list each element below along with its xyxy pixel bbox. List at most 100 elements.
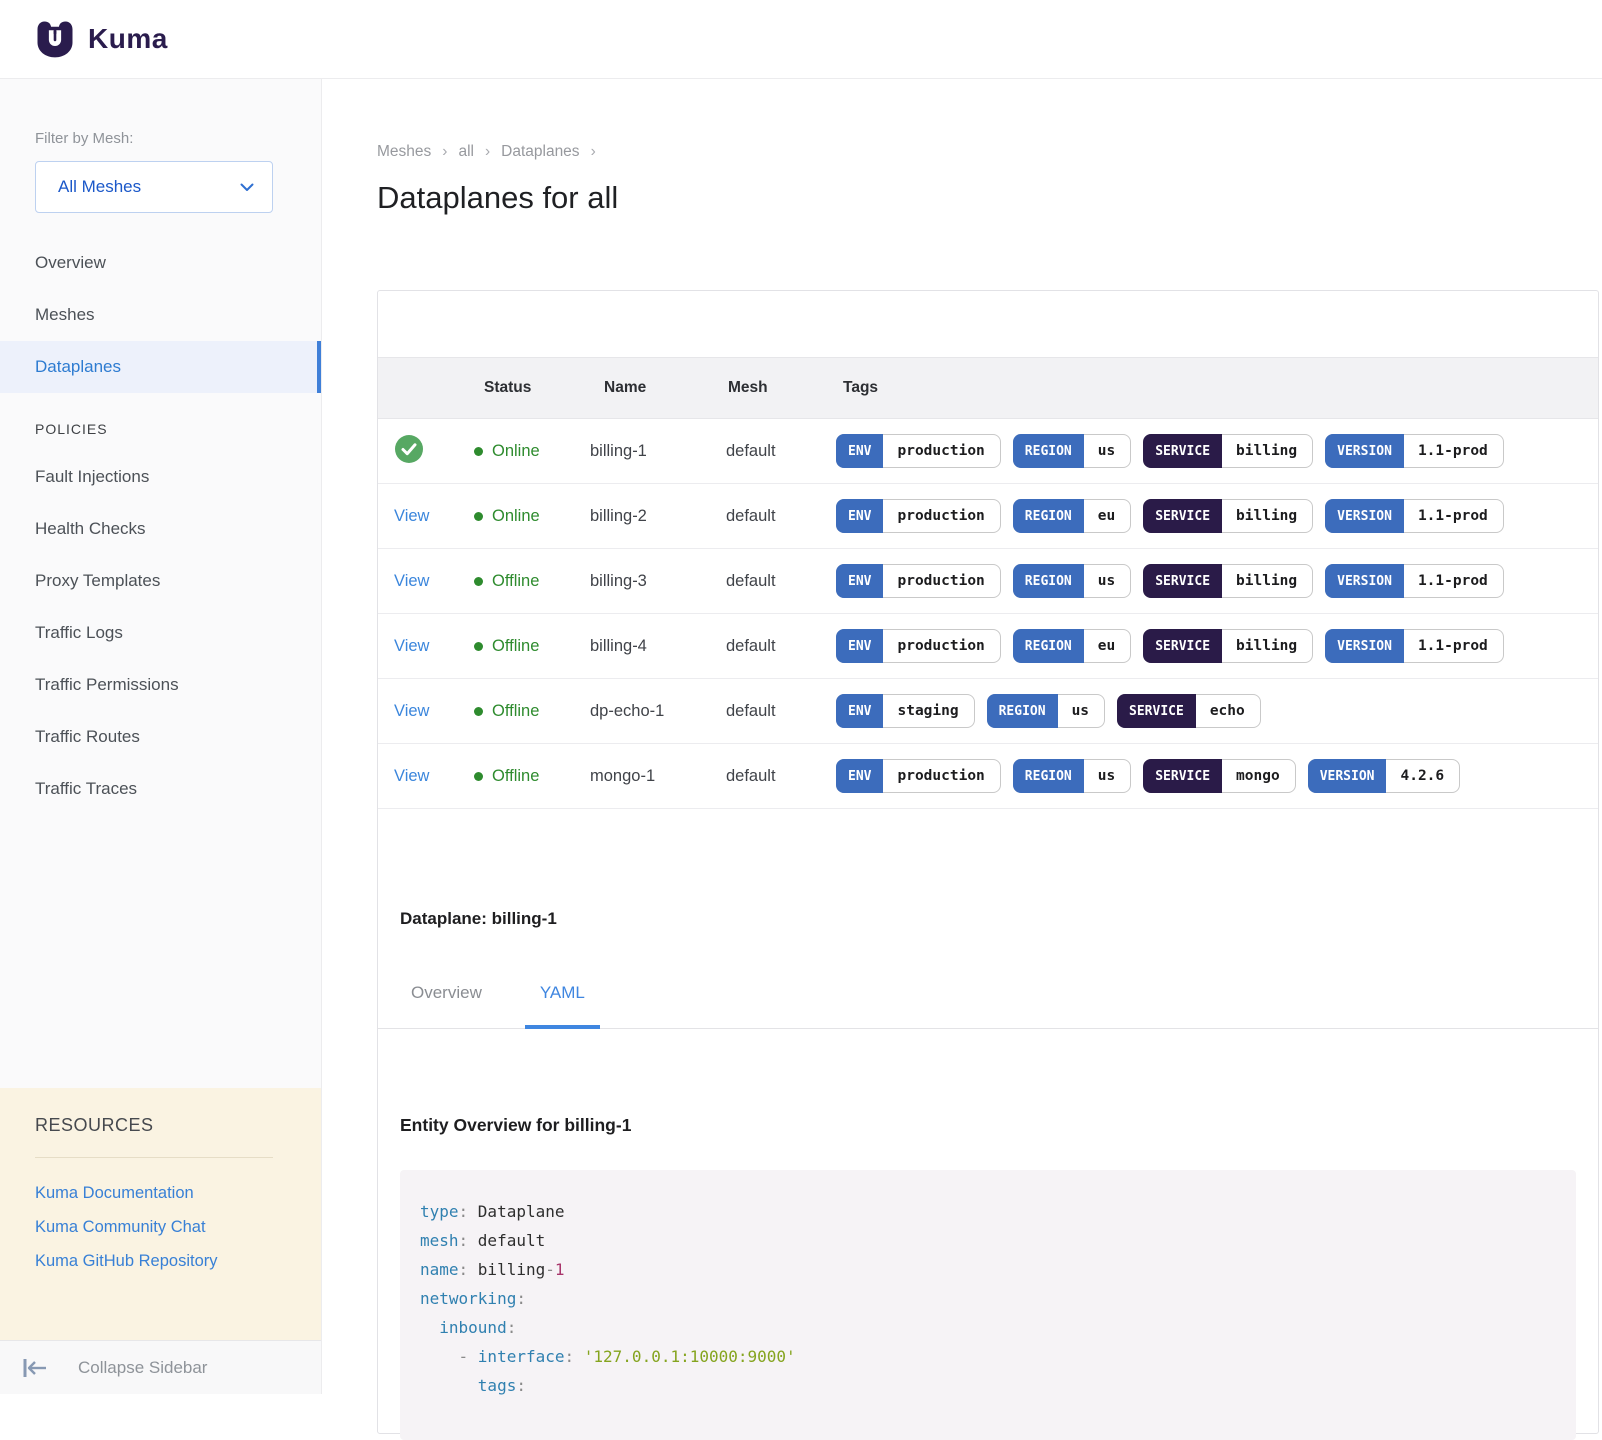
yaml-code-block[interactable]: type: Dataplanemesh: defaultname: billin… [400, 1170, 1576, 1440]
tag-value: billing [1221, 630, 1312, 662]
page-title: Dataplanes for all [377, 180, 618, 216]
tag-key: SERVICE [1143, 629, 1222, 663]
sidebar-main-nav: Overview Meshes Dataplanes [0, 237, 321, 393]
sidebar-item-health-checks[interactable]: Health Checks [0, 503, 321, 555]
breadcrumb-separator-icon: › [591, 143, 596, 161]
view-link[interactable]: View [394, 572, 429, 590]
sidebar-nav-label: Fault Injections [35, 467, 149, 487]
mesh-select-value: All Meshes [58, 177, 141, 197]
tag-pill: ENV production [836, 759, 1001, 793]
tag-pill: SERVICE billing [1143, 564, 1313, 598]
policies-heading: POLICIES [35, 421, 321, 437]
resource-link[interactable]: Kuma Community Chat [35, 1210, 286, 1244]
tag-value: production [882, 630, 999, 662]
collapse-sidebar-icon [22, 1357, 48, 1379]
top-bar: Kuma [0, 0, 1602, 79]
sidebar: Filter by Mesh: All Meshes OverviewMeshe… [0, 79, 322, 1394]
yaml-token-punc: : [516, 1289, 526, 1308]
tag-value: eu [1083, 630, 1130, 662]
tag-value: 1.1-prod [1403, 630, 1503, 662]
mesh-name: default [726, 702, 836, 721]
status-text: Offline [492, 572, 539, 591]
tag-pill: VERSION 1.1-prod [1325, 434, 1504, 468]
tag-value: 1.1-prod [1403, 435, 1503, 467]
sidebar-nav-label: Traffic Routes [35, 727, 140, 747]
resources-heading: RESOURCES [35, 1115, 286, 1136]
breadcrumb-item[interactable]: all [458, 143, 474, 161]
breadcrumb: Meshes›all›Dataplanes› [377, 143, 596, 161]
tag-list: ENV staging REGION us SERVICE echo [836, 694, 1598, 728]
tab-yaml[interactable]: YAML [525, 983, 600, 1028]
status-cell: Offline [456, 702, 568, 721]
mesh-name: default [726, 442, 836, 461]
yaml-token-plain [420, 1318, 439, 1337]
tag-pill: SERVICE echo [1117, 694, 1261, 728]
tag-pill: SERVICE billing [1143, 629, 1313, 663]
tag-pill: SERVICE mongo [1143, 759, 1295, 793]
tag-value: us [1083, 565, 1130, 597]
tag-key: REGION [1013, 759, 1084, 793]
tag-key: SERVICE [1143, 759, 1222, 793]
tag-key: REGION [1013, 499, 1084, 533]
tag-value: 4.2.6 [1385, 760, 1459, 792]
detail-tabs: Overview YAML [378, 983, 1598, 1029]
sidebar-item-proxy-templates[interactable]: Proxy Templates [0, 555, 321, 607]
status-dot-icon [474, 642, 483, 651]
sidebar-item-traffic-permissions[interactable]: Traffic Permissions [0, 659, 321, 711]
tag-pill: REGION us [1013, 759, 1131, 793]
col-header-name: Name [568, 379, 726, 397]
sidebar-item-traffic-traces[interactable]: Traffic Traces [0, 763, 321, 815]
table-row: View Offline mongo-1 default ENV product… [378, 744, 1598, 809]
tag-pill: ENV production [836, 564, 1001, 598]
breadcrumb-separator-icon: › [485, 143, 490, 161]
tab-overview[interactable]: Overview [396, 983, 497, 1028]
sidebar-item-traffic-logs[interactable]: Traffic Logs [0, 607, 321, 659]
sidebar-item-dataplanes[interactable]: Dataplanes [0, 341, 321, 393]
tag-pill: VERSION 4.2.6 [1308, 759, 1460, 793]
tag-key: SERVICE [1143, 434, 1222, 468]
sidebar-item-meshes[interactable]: Meshes [0, 289, 321, 341]
tag-pill: ENV production [836, 629, 1001, 663]
view-link[interactable]: View [394, 507, 429, 525]
status-cell: Online [456, 507, 568, 526]
tag-key: VERSION [1325, 499, 1404, 533]
collapse-sidebar-button[interactable]: Collapse Sidebar [0, 1340, 321, 1394]
table-row: View Offline billing-3 default ENV produ… [378, 549, 1598, 614]
status-text: Online [492, 507, 540, 526]
tag-key: SERVICE [1143, 499, 1222, 533]
table-body: Online billing-1 default ENV production … [378, 419, 1598, 809]
tag-value: billing [1221, 500, 1312, 532]
sidebar-nav-label: Traffic Traces [35, 779, 137, 799]
tag-key: REGION [1013, 564, 1084, 598]
tag-pill: REGION eu [1013, 499, 1131, 533]
resource-link[interactable]: Kuma GitHub Repository [35, 1244, 286, 1278]
tag-value: us [1057, 695, 1104, 727]
tag-list: ENV production REGION us SERVICE billing… [836, 434, 1598, 468]
kuma-logo[interactable]: Kuma [34, 18, 168, 60]
breadcrumb-item[interactable]: Dataplanes [501, 143, 579, 161]
mesh-name: default [726, 767, 836, 786]
tag-pill: SERVICE billing [1143, 499, 1313, 533]
mesh-select[interactable]: All Meshes [35, 161, 273, 213]
tag-value: mongo [1221, 760, 1295, 792]
sidebar-nav-label: Meshes [35, 305, 95, 325]
tag-value: production [882, 435, 999, 467]
view-link[interactable]: View [394, 767, 429, 785]
tag-value: billing [1221, 565, 1312, 597]
row-action-cell: View [378, 702, 456, 721]
view-link[interactable]: View [394, 637, 429, 655]
resource-link[interactable]: Kuma Documentation [35, 1176, 286, 1210]
tag-list: ENV production REGION us SERVICE mongo V… [836, 759, 1598, 793]
row-action-cell: View [378, 572, 456, 591]
dataplanes-card: Status Name Mesh Tags Online billing-1 d… [377, 290, 1599, 1434]
sidebar-item-fault-injections[interactable]: Fault Injections [0, 451, 321, 503]
status-dot-icon [474, 577, 483, 586]
sidebar-item-overview[interactable]: Overview [0, 237, 321, 289]
sidebar-item-traffic-routes[interactable]: Traffic Routes [0, 711, 321, 763]
mesh-name: default [726, 507, 836, 526]
row-action-cell: View [378, 637, 456, 656]
yaml-line: type: Dataplane [420, 1197, 1556, 1226]
view-link[interactable]: View [394, 702, 429, 720]
dataplane-name: billing-2 [568, 507, 726, 526]
breadcrumb-item[interactable]: Meshes [377, 143, 431, 161]
